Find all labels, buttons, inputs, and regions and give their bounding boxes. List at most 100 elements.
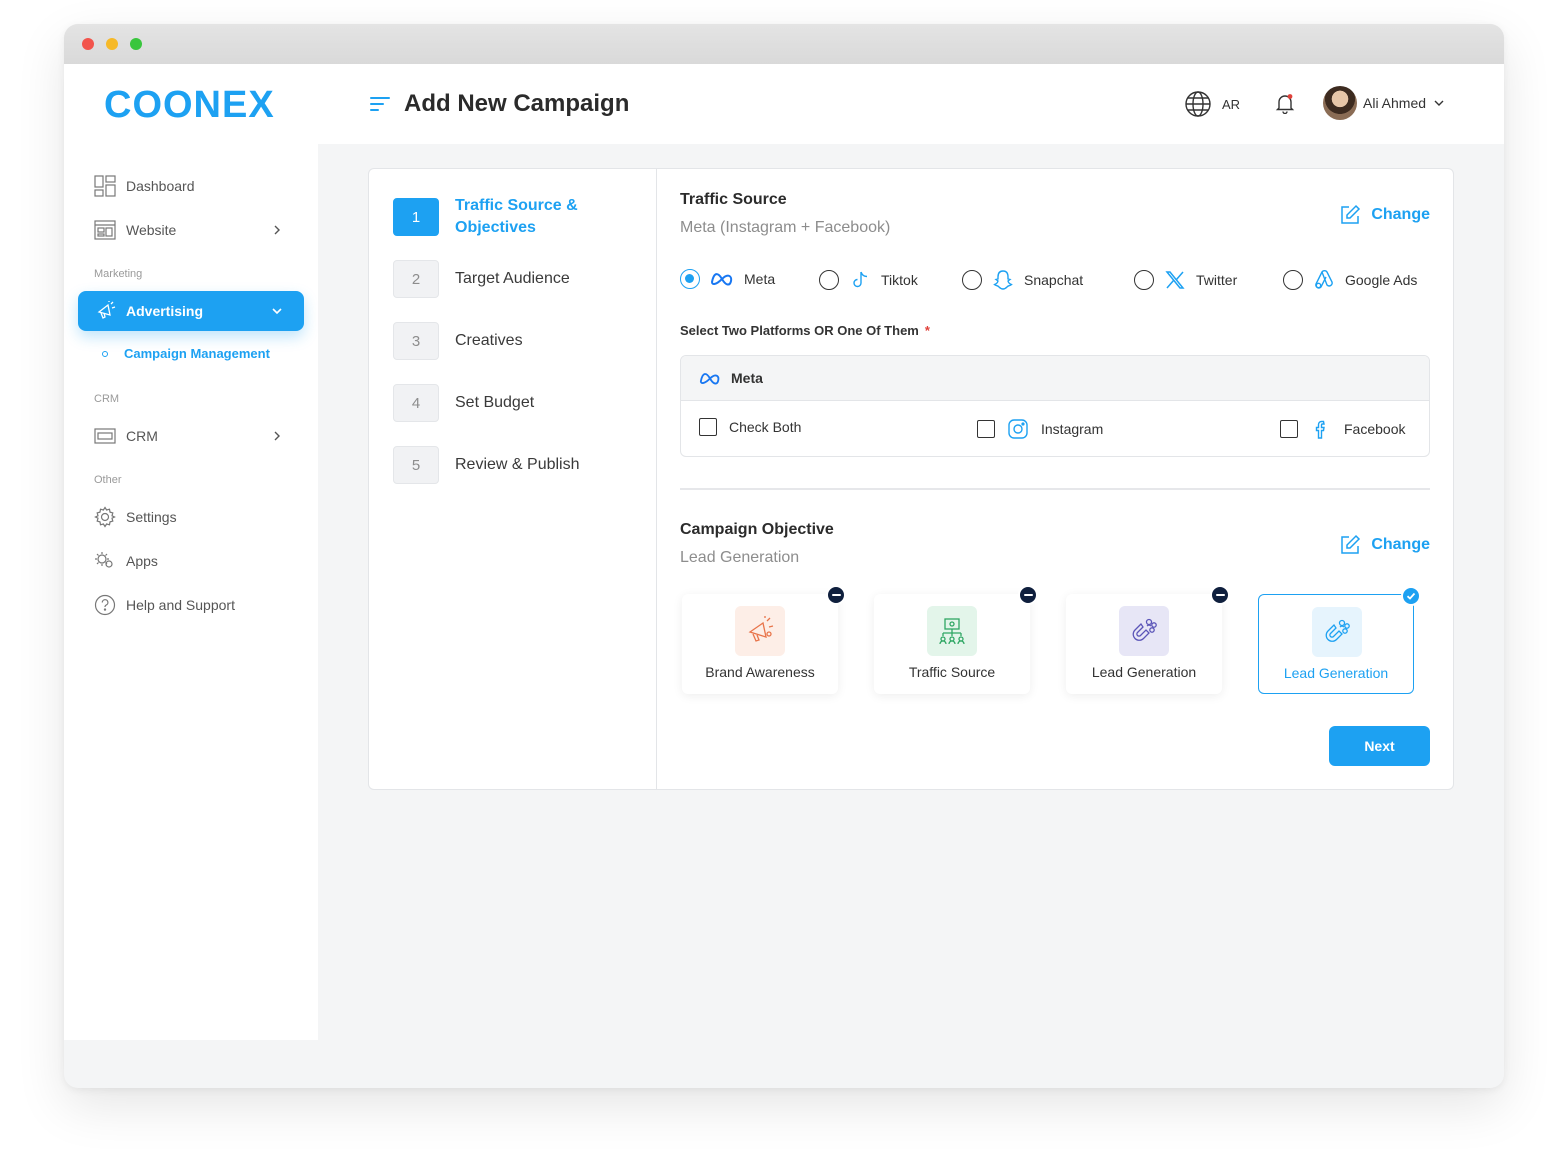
next-button[interactable]: Next [1329,726,1430,766]
sidebar-item-website[interactable]: Website [94,216,284,244]
radio-button[interactable] [1134,270,1154,290]
section-label-marketing: Marketing [94,268,143,280]
platform-label: Snapchat [1024,272,1084,288]
deselect-badge[interactable] [1210,585,1230,605]
sidebar-item-label: Dashboard [126,178,195,194]
steps-list: 1 Traffic Source & Objectives 2 Target A… [369,169,657,789]
step-label: Set Budget [455,394,535,411]
logo[interactable]: COONEX [104,86,275,124]
minus-icon [1215,594,1225,596]
radio-button[interactable] [819,270,839,290]
checkbox-instagram[interactable]: Instagram [977,418,1103,440]
maximize-window-button[interactable] [130,38,142,50]
chevron-right-icon [274,431,280,441]
radio-button[interactable] [680,269,700,289]
sidebar-item-apps[interactable]: Apps [94,547,284,575]
sidebar-item-crm[interactable]: CRM [94,422,284,450]
apps-icon [95,552,113,568]
objective-label: Lead Generation [1283,665,1389,681]
checkbox[interactable] [699,418,717,436]
minus-icon [831,594,841,596]
sidebar-item-dashboard[interactable]: Dashboard [94,172,284,200]
checkbox[interactable] [977,420,995,438]
sidebar-item-help[interactable]: Help and Support [94,591,284,619]
platform-label: Tiktok [881,272,918,288]
magnet-icon [1132,618,1157,641]
platform-radio-google-ads[interactable]: Google Ads [1283,269,1417,291]
minimize-window-button[interactable] [106,38,118,50]
campaign-objective-title: Campaign Objective [680,521,834,538]
step-set-budget[interactable]: 4 Set Budget [393,384,534,422]
meta-options-header: Meta [681,356,1429,401]
checkbox-label: Facebook [1344,421,1406,437]
radio-button[interactable] [962,270,982,290]
crm-icon [94,428,116,444]
deselect-badge[interactable] [826,585,846,605]
step-label: Traffic Source & Objectives [455,197,578,236]
check-icon [1406,592,1416,600]
close-window-button[interactable] [82,38,94,50]
deselect-badge[interactable] [1018,585,1038,605]
campaign-objective-value: Lead Generation [680,549,800,566]
objective-label: Lead Generation [1091,664,1197,680]
change-objective-button[interactable]: Change [1339,534,1430,556]
language-switcher[interactable]: AR [1184,90,1240,118]
step-traffic-source[interactable]: 1 Traffic Source & Objectives [393,195,605,239]
step-review-publish[interactable]: 5 Review & Publish [393,446,580,484]
change-label: Change [1371,536,1430,553]
meta-icon [710,273,733,286]
globe-icon [1185,91,1211,117]
objective-icon-tile [735,606,785,656]
step-creatives[interactable]: 3 Creatives [393,322,523,360]
meta-icon [699,372,720,384]
traffic-source-title: Traffic Source [680,191,787,208]
checkbox-facebook[interactable]: Facebook [1280,418,1405,440]
bell-icon [1275,94,1295,115]
instagram-icon [1008,419,1028,439]
megaphone-icon [97,301,116,319]
platform-label: Meta [744,271,776,287]
sidebar-item-settings[interactable]: Settings [94,503,284,531]
selected-check-badge[interactable] [1401,586,1421,606]
platform-label: Google Ads [1345,272,1418,288]
step-target-audience[interactable]: 2 Target Audience [393,260,570,298]
bullet-icon [102,350,108,357]
objective-card-brand-awareness[interactable]: Brand Awareness [682,585,846,694]
sidebar-item-label: Help and Support [126,597,235,613]
chevron-right-icon [274,225,280,235]
platform-radio-tiktok[interactable]: Tiktok [819,269,918,291]
objective-label: Traffic Source [908,664,996,680]
window-titlebar [64,24,1504,64]
objective-label: Brand Awareness [705,664,815,680]
avatar [1323,86,1357,120]
platform-radio-snapchat[interactable]: Snapchat [962,269,1083,291]
campaign-wizard-card: 1 Traffic Source & Objectives 2 Target A… [368,168,1454,790]
x-twitter-icon [1165,271,1185,289]
sidebar-item-advertising[interactable]: Advertising [78,291,304,331]
checkbox-label: Instagram [1041,421,1104,437]
platform-radio-twitter[interactable]: Twitter [1134,269,1237,291]
menu-icon[interactable] [370,96,390,112]
user-menu[interactable]: Ali Ahmed [1323,86,1446,120]
radio-button[interactable] [1283,270,1303,290]
step-label: Creatives [455,332,523,349]
platform-radio-meta[interactable]: Meta [680,269,775,289]
step-number: 2 [393,260,439,298]
checkbox-check-both[interactable]: Check Both [699,418,801,436]
network-icon [939,618,965,645]
checkbox[interactable] [1280,420,1298,438]
megaphone-icon [748,616,774,642]
sidebar-subitem-campaign-management[interactable]: Campaign Management [102,346,270,361]
magnet-icon [1325,619,1350,642]
step-number: 3 [393,322,439,360]
chevron-down-icon [1434,100,1444,106]
change-traffic-source-button[interactable]: Change [1339,204,1430,226]
objective-card-lead-generation[interactable]: Lead Generation [1066,585,1230,694]
sidebar-item-label: Website [126,222,177,238]
objective-card-traffic-source[interactable]: Traffic Source [874,585,1038,694]
notifications-button[interactable] [1274,92,1296,119]
objective-card-lead-generation-selected[interactable]: Lead Generation [1258,586,1421,694]
step-label: Target Audience [455,270,570,287]
chevron-down-icon [272,308,282,315]
sidebar-item-label: CRM [126,428,158,444]
